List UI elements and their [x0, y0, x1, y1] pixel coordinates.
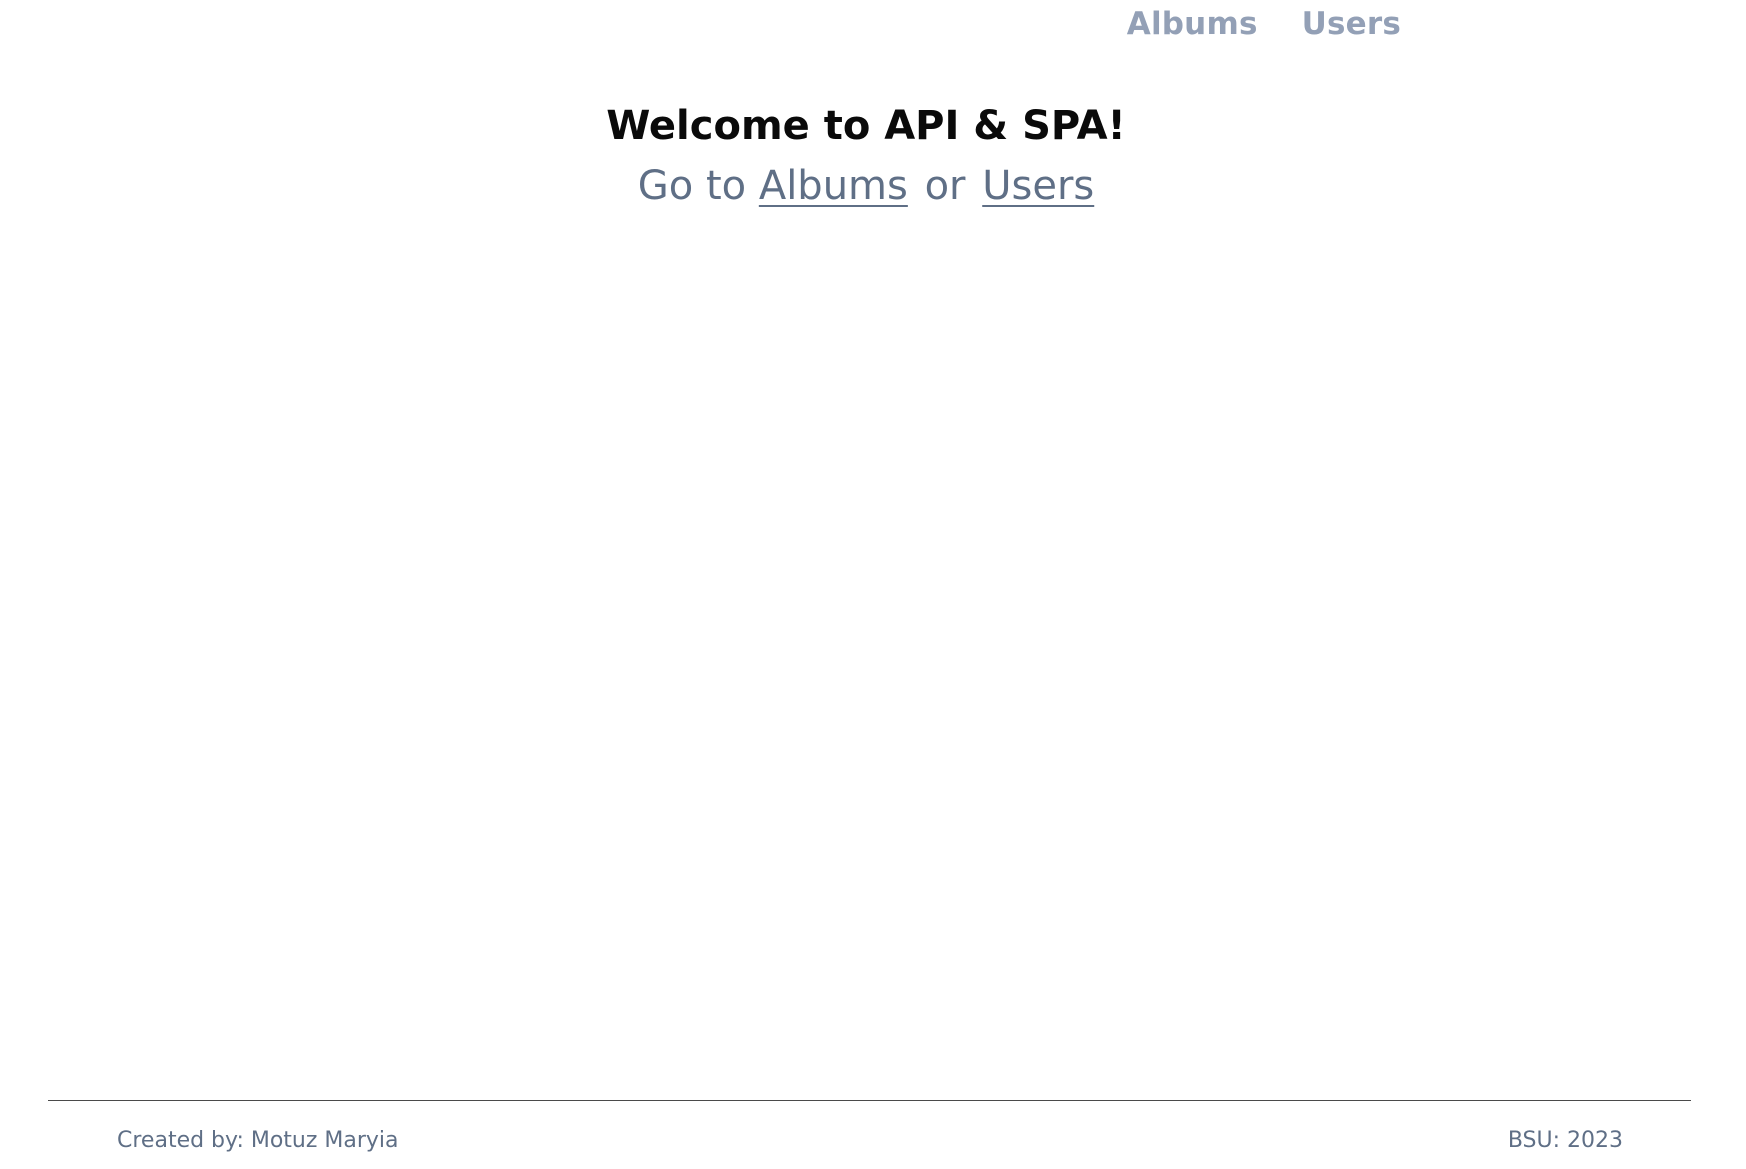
- page: Albums Users Welcome to API & SPA! Go to…: [0, 0, 1746, 1169]
- nav-albums-link[interactable]: Albums: [1127, 6, 1258, 42]
- page-title: Welcome to API & SPA!: [606, 103, 1126, 149]
- goto-separator: or: [924, 163, 966, 209]
- footer-created-by: Created by: Motuz Maryia: [117, 1128, 399, 1153]
- goto-line: Go to Albums or Users: [0, 158, 1732, 214]
- footer-org-year: BSU: 2023: [1507, 1128, 1623, 1153]
- albums-link[interactable]: Albums: [759, 163, 908, 209]
- users-link[interactable]: Users: [982, 163, 1094, 209]
- hero-section: Welcome to API & SPA! Go to Albums or Us…: [0, 100, 1746, 214]
- footer-divider: [48, 1100, 1691, 1101]
- top-nav: Albums Users: [1127, 6, 1401, 42]
- footer: Created by: Motuz Maryia BSU: 2023: [117, 1128, 1623, 1153]
- nav-users-link[interactable]: Users: [1302, 6, 1401, 42]
- goto-prefix: Go to: [637, 163, 747, 209]
